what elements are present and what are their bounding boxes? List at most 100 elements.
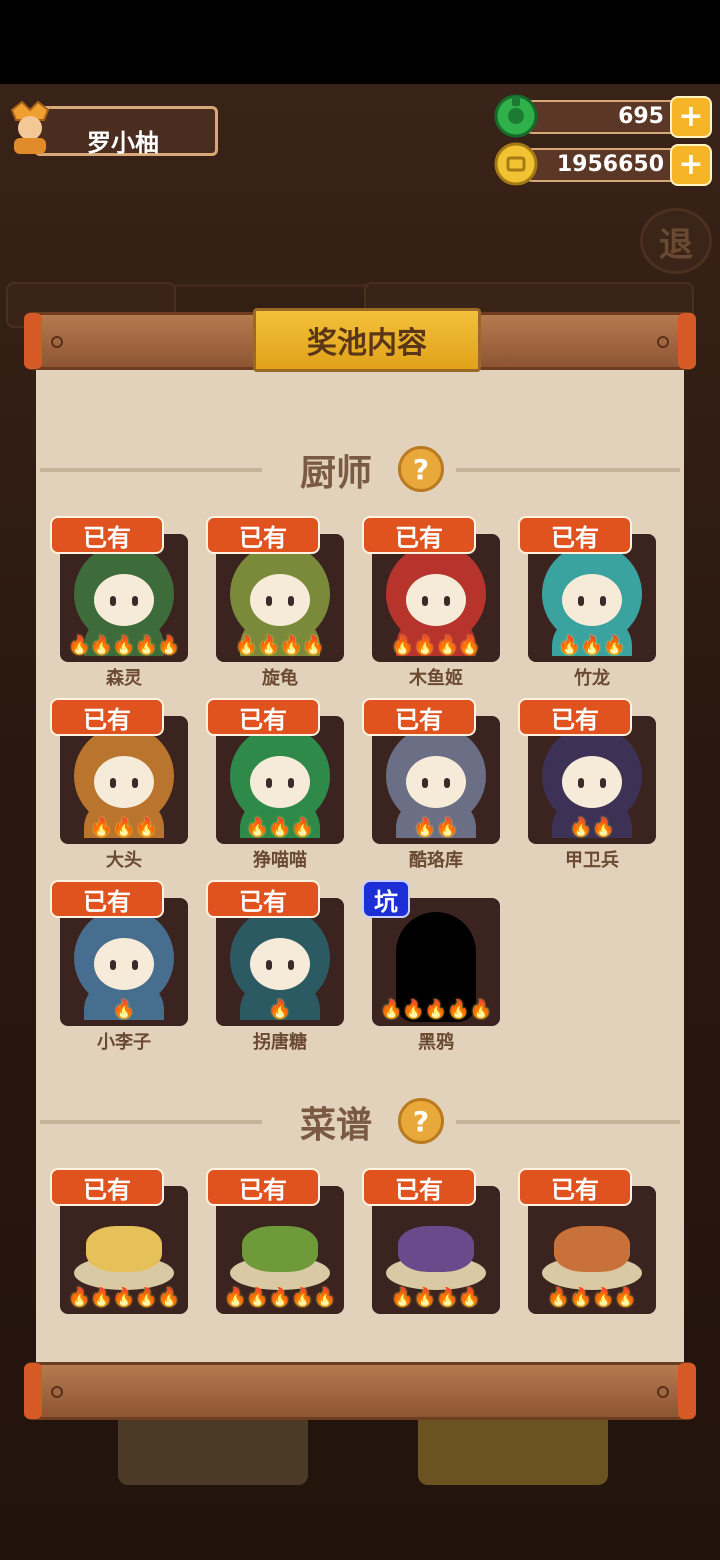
- dish-food: [554, 1226, 630, 1272]
- flame-icon: 🔥: [447, 999, 470, 1020]
- owned-badge: 已有: [50, 516, 164, 554]
- chef-card[interactable]: 🔥 🔥 已有 甲卫兵: [518, 698, 658, 871]
- owned-badge: 已有: [206, 698, 320, 736]
- chef-eye: [132, 778, 138, 788]
- pool-content-panel: 厨师 ? 🔥 🔥 🔥 🔥 🔥 已有 森灵 🔥 🔥 🔥 🔥 已有 旋龟 🔥 🔥 🔥 🔥 已有 木鱼姬 🔥 🔥 🔥 已有 竹龙 🔥 🔥…: [36, 360, 684, 1366]
- recipe-section-title: 菜谱: [300, 1105, 373, 1146]
- chef-eye: [266, 596, 272, 606]
- flame-icon: 🔥: [157, 635, 181, 656]
- chef-card[interactable]: 🔥 🔥 🔥 🔥 🔥 坑黑鸦: [362, 880, 502, 1053]
- flame-icon: 🔥: [569, 1287, 592, 1308]
- chef-eye: [110, 778, 116, 788]
- flame-icon: 🔥: [391, 1287, 414, 1308]
- add-jade-button[interactable]: +: [670, 96, 712, 138]
- chef-face: [94, 574, 154, 626]
- chef-card[interactable]: 🔥 🔥 🔥 🔥 已有 木鱼姬: [362, 516, 502, 689]
- star-rating: 🔥 🔥 🔥 🔥: [528, 1286, 656, 1310]
- chef-eye: [288, 778, 294, 788]
- chef-card[interactable]: 🔥 🔥 🔥 🔥 已有 旋龟: [206, 516, 346, 689]
- flame-icon: 🔥: [458, 1287, 481, 1308]
- chef-card[interactable]: 🔥 🔥 🔥 已有 竹龙: [518, 516, 658, 689]
- divider: [40, 468, 262, 472]
- flame-icon: 🔥: [558, 635, 581, 656]
- star-rating: 🔥 🔥: [528, 816, 656, 840]
- chef-card[interactable]: 🔥 🔥 🔥 🔥 🔥 已有 森灵: [50, 516, 190, 689]
- owned-badge: 已有: [206, 880, 320, 918]
- flame-icon: 🔥: [268, 999, 292, 1020]
- divider: [456, 468, 680, 472]
- star-rating: 🔥: [60, 998, 188, 1022]
- flame-icon: 🔥: [592, 1287, 615, 1308]
- chef-help-icon[interactable]: ?: [398, 446, 444, 492]
- star-rating: 🔥 🔥: [372, 816, 500, 840]
- chef-name: 竹龙: [574, 668, 610, 689]
- recipe-help-icon[interactable]: ?: [398, 1098, 444, 1144]
- chef-card[interactable]: 🔥 🔥 🔥 已有 大头: [50, 698, 190, 871]
- panel-title: 奖池内容: [253, 308, 481, 372]
- chef-eye: [110, 960, 116, 970]
- recipe-card[interactable]: 🔥 🔥 🔥 🔥 已有: [518, 1168, 658, 1330]
- flame-icon: 🔥: [291, 1287, 314, 1308]
- chef-eye: [266, 960, 272, 970]
- flame-icon: 🔥: [235, 635, 258, 656]
- dish-food: [242, 1226, 318, 1272]
- star-rating: 🔥 🔥 🔥: [528, 634, 656, 658]
- flame-icon: 🔥: [413, 817, 436, 838]
- chef-name: 小李子: [97, 1032, 151, 1053]
- flame-icon: 🔥: [135, 635, 158, 656]
- jade-icon: [494, 94, 538, 138]
- chef-card[interactable]: 🔥 🔥 已有 酷珞库: [362, 698, 502, 871]
- chef-face: [406, 574, 466, 626]
- recipe-card[interactable]: 🔥 🔥 🔥 🔥 🔥 已有: [206, 1168, 346, 1330]
- chef-face: [406, 756, 466, 808]
- flame-icon: 🔥: [112, 635, 136, 656]
- flame-icon: 🔥: [257, 635, 280, 656]
- flame-icon: 🔥: [547, 1287, 570, 1308]
- flame-icon: 🔥: [614, 1287, 637, 1308]
- chef-eye: [266, 778, 272, 788]
- flame-icon: 🔥: [436, 1287, 459, 1308]
- chef-face: [94, 938, 154, 990]
- flame-icon: 🔥: [379, 999, 403, 1020]
- divider: [456, 1120, 680, 1124]
- scroll-bottom-rod: [24, 1362, 696, 1420]
- player-name-plate: 罗小柚: [34, 106, 218, 157]
- star-rating: 🔥 🔥 🔥 🔥: [372, 1286, 500, 1310]
- coin-value: 1956650: [556, 152, 664, 177]
- owned-badge: 已有: [362, 698, 476, 736]
- chef-face: [250, 756, 310, 808]
- flame-icon: 🔥: [112, 1287, 136, 1308]
- flame-icon: 🔥: [580, 635, 604, 656]
- chef-face: [562, 756, 622, 808]
- chef-section-header: 厨师 ?: [36, 442, 684, 498]
- recipe-card[interactable]: 🔥 🔥 🔥 🔥 已有: [362, 1168, 502, 1330]
- owned-badge: 已有: [518, 698, 632, 736]
- flame-icon: 🔥: [223, 1287, 247, 1308]
- flame-icon: 🔥: [302, 635, 325, 656]
- chef-name: 黑鸦: [418, 1032, 454, 1053]
- player-info[interactable]: 罗小柚: [6, 100, 218, 157]
- flame-icon: 🔥: [112, 999, 136, 1020]
- flame-icon: 🔥: [391, 635, 414, 656]
- chef-card[interactable]: 🔥 已有 拐唐糖: [206, 880, 346, 1053]
- owned-badge: 已有: [50, 1168, 164, 1206]
- flame-icon: 🔥: [268, 817, 292, 838]
- star-rating: 🔥 🔥 🔥: [216, 816, 344, 840]
- flame-icon: 🔥: [90, 817, 113, 838]
- exit-button[interactable]: 退: [640, 208, 712, 274]
- flame-icon: 🔥: [90, 1287, 113, 1308]
- chef-eye: [132, 596, 138, 606]
- player-name: 罗小柚: [87, 129, 159, 157]
- recipe-card[interactable]: 🔥 🔥 🔥 🔥 🔥 已有: [50, 1168, 190, 1330]
- flame-icon: 🔥: [246, 817, 269, 838]
- chef-card[interactable]: 🔥 已有 小李子: [50, 880, 190, 1053]
- star-rating: 🔥 🔥 🔥 🔥: [216, 634, 344, 658]
- chef-name: 大头: [106, 850, 142, 871]
- star-rating: 🔥 🔥 🔥 🔥 🔥: [60, 1286, 188, 1310]
- dish-food: [86, 1226, 162, 1272]
- add-coin-button[interactable]: +: [670, 144, 712, 186]
- chef-eye: [288, 960, 294, 970]
- chef-card[interactable]: 🔥 🔥 🔥 已有 狰喵喵: [206, 698, 346, 871]
- flame-icon: 🔥: [90, 635, 113, 656]
- flame-icon: 🔥: [469, 999, 493, 1020]
